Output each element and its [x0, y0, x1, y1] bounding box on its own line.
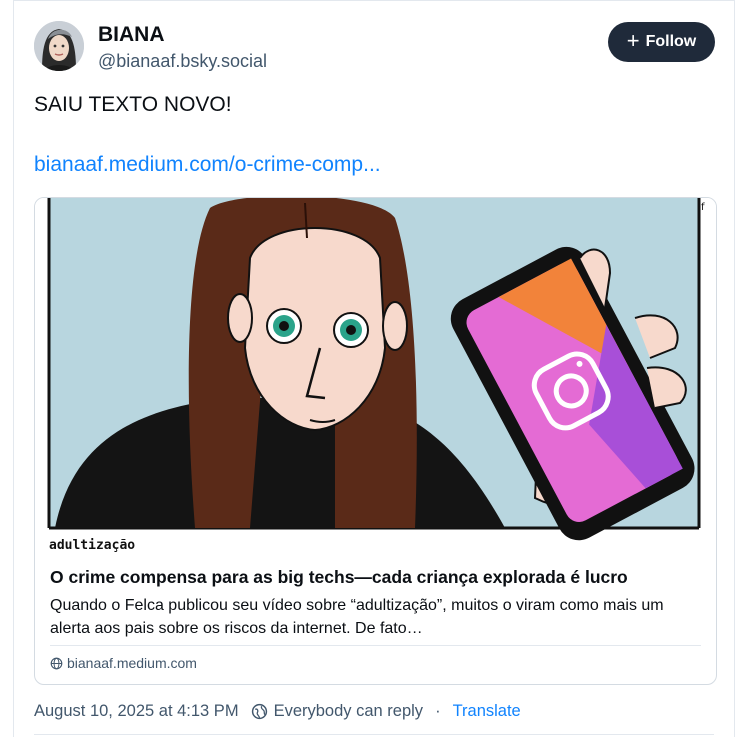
avatar-image	[34, 21, 84, 71]
author-handle[interactable]: @bianaaf.bsky.social	[98, 51, 267, 72]
link-card-domain: bianaaf.medium.com	[50, 655, 197, 671]
follow-button-label: Follow	[645, 33, 697, 50]
link-preview-card[interactable]: f adultização O crime compensa para as b…	[34, 197, 717, 685]
post-link[interactable]: bianaaf.medium.com/o-crime-comp...	[34, 153, 381, 177]
post-thread-item: BIANA @bianaaf.bsky.social + Follow SAIU…	[13, 0, 735, 737]
link-card-description: Quando o Felca publicou seu vídeo sobre …	[50, 597, 664, 637]
divider	[34, 734, 714, 735]
author-display-name[interactable]: BIANA	[98, 23, 165, 47]
reply-settings-label: Everybody can reply	[273, 702, 424, 720]
follow-button[interactable]: + Follow	[608, 22, 715, 62]
image-caption-text: adultização	[49, 538, 135, 553]
meta-separator: ·	[435, 702, 441, 720]
plus-icon: +	[626, 28, 640, 53]
avatar[interactable]	[34, 21, 84, 71]
translate-link[interactable]: Translate	[453, 702, 521, 721]
link-card-domain-text: bianaaf.medium.com	[67, 655, 197, 671]
globe-icon	[251, 703, 267, 720]
post-text: SAIU TEXTO NOVO!	[34, 93, 232, 116]
post-meta: August 10, 2025 at 4:13 PM Everybody can…	[34, 702, 521, 721]
link-preview-image: f	[35, 198, 716, 555]
svg-text:f: f	[701, 202, 705, 213]
link-card-title: O crime compensa para as big techs—cada …	[50, 567, 628, 587]
link-preview-image-caption-area: adultização	[49, 538, 135, 553]
globe-icon	[50, 657, 63, 669]
post-timestamp[interactable]: August 10, 2025 at 4:13 PM	[34, 702, 239, 721]
reply-settings[interactable]: Everybody can reply	[251, 702, 424, 721]
link-card-divider	[50, 645, 701, 646]
